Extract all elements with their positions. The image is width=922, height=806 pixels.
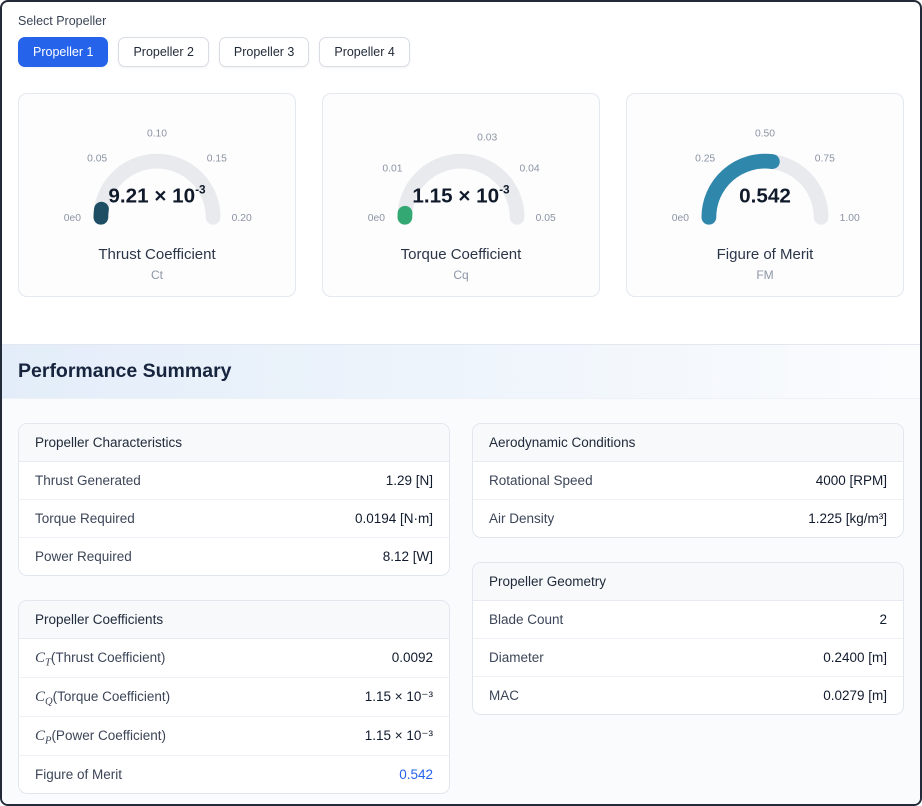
gauge-tick-label: 0e0	[368, 213, 385, 224]
row-label-text: (Power Coefficient)	[51, 728, 166, 743]
row-value: 1.15 × 10⁻³	[365, 687, 433, 706]
figure-of-merit-gauge-card: 0e0 0.25 0.50 0.75 1.00 0.542 Figure of Merit…	[626, 93, 904, 297]
gauge-tick-label: 0.03	[477, 133, 497, 144]
row-label: Air Density	[489, 509, 554, 528]
table-row: CP(Power Coefficient) 1.15 × 10⁻³	[19, 717, 449, 756]
coefficient-symbol: C	[35, 689, 45, 705]
gauge-tick-label: 0.50	[755, 129, 775, 140]
row-value: 8.12 [W]	[383, 547, 433, 566]
row-label-text: (Torque Coefficient)	[53, 689, 171, 704]
coefficient-subscript: Q	[45, 697, 53, 708]
gauge-subtitle: FM	[637, 268, 893, 282]
row-label: CQ(Torque Coefficient)	[35, 687, 170, 707]
select-propeller-label: Select Propeller	[18, 14, 904, 28]
propeller-coefficients-card: Propeller Coefficients CT(Thrust Coeffic…	[18, 600, 450, 794]
propeller-3-button[interactable]: Propeller 3	[219, 37, 309, 67]
propeller-button-group: Propeller 1 Propeller 2 Propeller 3 Prop…	[18, 37, 904, 67]
figure-of-merit-gauge: 0e0 0.25 0.50 0.75 1.00 0.542	[637, 106, 893, 242]
row-label: Diameter	[489, 648, 544, 667]
propeller-characteristics-card: Propeller Characteristics Thrust Generat…	[18, 423, 450, 576]
gauge-svg: 0e0 0.01 0.03 0.04 0.05 1.15 × 10-3	[333, 106, 589, 242]
row-label: Blade Count	[489, 610, 563, 629]
card-title: Propeller Characteristics	[19, 424, 449, 462]
gauge-value: 0.542	[739, 184, 791, 207]
card-title: Propeller Coefficients	[19, 601, 449, 639]
row-label: CT(Thrust Coefficient)	[35, 648, 165, 668]
row-value: 1.225 [kg/m³]	[808, 509, 887, 528]
gauge-tick-label: 1.00	[840, 213, 860, 224]
summary-body: Propeller Characteristics Thrust Generat…	[2, 399, 920, 806]
gauge-bar	[101, 209, 102, 217]
row-label: CP(Power Coefficient)	[35, 726, 166, 746]
gauge-tick-label: 0.25	[695, 153, 715, 164]
table-row: Power Required 8.12 [W]	[19, 538, 449, 575]
row-value: 0.2400 [m]	[823, 648, 887, 667]
row-value: 2	[879, 610, 887, 629]
gauge-title: Figure of Merit	[637, 246, 893, 263]
row-label: Power Required	[35, 547, 132, 566]
table-row: CQ(Torque Coefficient) 1.15 × 10⁻³	[19, 678, 449, 717]
propeller-4-button[interactable]: Propeller 4	[319, 37, 409, 67]
gauge-title: Torque Coefficient	[333, 246, 589, 263]
performance-summary-band: Performance Summary	[2, 344, 920, 399]
summary-right-column: Aerodynamic Conditions Rotational Speed …	[472, 423, 904, 794]
gauge-tick-label: 0e0	[672, 213, 689, 224]
figure-of-merit-value: 0.542	[399, 765, 433, 784]
thrust-coefficient-gauge: 0e0 0.05 0.10 0.15 0.20 9.21 × 10-3	[29, 106, 285, 242]
table-row: Air Density 1.225 [kg/m³]	[473, 500, 903, 537]
thrust-coefficient-gauge-card: 0e0 0.05 0.10 0.15 0.20 9.21 × 10-3 Thrust Co…	[18, 93, 296, 297]
table-row: Torque Required 0.0194 [N·m]	[19, 500, 449, 538]
gauge-row: 0e0 0.05 0.10 0.15 0.20 9.21 × 10-3 Thrust Co…	[18, 93, 904, 297]
table-row: Thrust Generated 1.29 [N]	[19, 462, 449, 500]
row-value: 4000 [RPM]	[816, 471, 887, 490]
row-label-text: (Thrust Coefficient)	[51, 650, 166, 665]
gauge-tick-label: 0.15	[207, 153, 227, 164]
torque-coefficient-gauge: 0e0 0.01 0.03 0.04 0.05 1.15 × 10-3	[333, 106, 589, 242]
gauge-tick-label: 0.01	[382, 163, 402, 174]
row-value: 0.0279 [m]	[823, 686, 887, 705]
table-row: Rotational Speed 4000 [RPM]	[473, 462, 903, 500]
row-label: MAC	[489, 686, 519, 705]
row-label: Figure of Merit	[35, 765, 122, 784]
table-row: CT(Thrust Coefficient) 0.0092	[19, 639, 449, 678]
aerodynamic-conditions-card: Aerodynamic Conditions Rotational Speed …	[472, 423, 904, 538]
coefficient-symbol: C	[35, 650, 45, 666]
summary-left-column: Propeller Characteristics Thrust Generat…	[18, 423, 450, 794]
torque-coefficient-gauge-card: 0e0 0.01 0.03 0.04 0.05 1.15 × 10-3 Torque Co…	[322, 93, 600, 297]
propeller-geometry-card: Propeller Geometry Blade Count 2 Diamete…	[472, 562, 904, 715]
row-value: 1.29 [N]	[386, 471, 433, 490]
card-title: Propeller Geometry	[473, 563, 903, 601]
gauge-subtitle: Cq	[333, 268, 589, 282]
row-value: 1.15 × 10⁻³	[365, 726, 433, 745]
gauge-subtitle: Ct	[29, 268, 285, 282]
table-row: Figure of Merit 0.542	[19, 756, 449, 793]
gauge-tick-label: 0.05	[87, 153, 107, 164]
row-label: Rotational Speed	[489, 471, 593, 490]
row-label: Thrust Generated	[35, 471, 141, 490]
gauge-value: 9.21 × 10-3	[108, 183, 206, 208]
coefficient-symbol: C	[35, 728, 45, 744]
row-value: 0.0092	[392, 648, 433, 667]
app-window: Select Propeller Propeller 1 Propeller 2…	[0, 0, 922, 806]
gauge-tick-label: 0.05	[536, 213, 556, 224]
table-row: Diameter 0.2400 [m]	[473, 639, 903, 677]
gauge-svg: 0e0 0.05 0.10 0.15 0.20 9.21 × 10-3	[29, 106, 285, 242]
table-row: Blade Count 2	[473, 601, 903, 639]
table-row: MAC 0.0279 [m]	[473, 677, 903, 714]
gauge-tick-label: 0.75	[815, 153, 835, 164]
gauge-tick-label: 0.20	[232, 213, 252, 224]
gauge-svg: 0e0 0.25 0.50 0.75 1.00 0.542	[637, 106, 893, 242]
gauge-tick-label: 0.04	[519, 163, 539, 174]
row-label: Torque Required	[35, 509, 135, 528]
card-title: Aerodynamic Conditions	[473, 424, 903, 462]
gauge-title: Thrust Coefficient	[29, 246, 285, 263]
top-section: Select Propeller Propeller 1 Propeller 2…	[2, 2, 920, 297]
gauge-tick-label: 0e0	[64, 213, 81, 224]
row-value: 0.0194 [N·m]	[355, 509, 433, 528]
gauge-value: 1.15 × 10-3	[412, 183, 510, 208]
performance-summary-heading: Performance Summary	[18, 360, 904, 383]
propeller-2-button[interactable]: Propeller 2	[118, 37, 208, 67]
gauge-tick-label: 0.10	[147, 129, 167, 140]
propeller-1-button[interactable]: Propeller 1	[18, 37, 108, 67]
